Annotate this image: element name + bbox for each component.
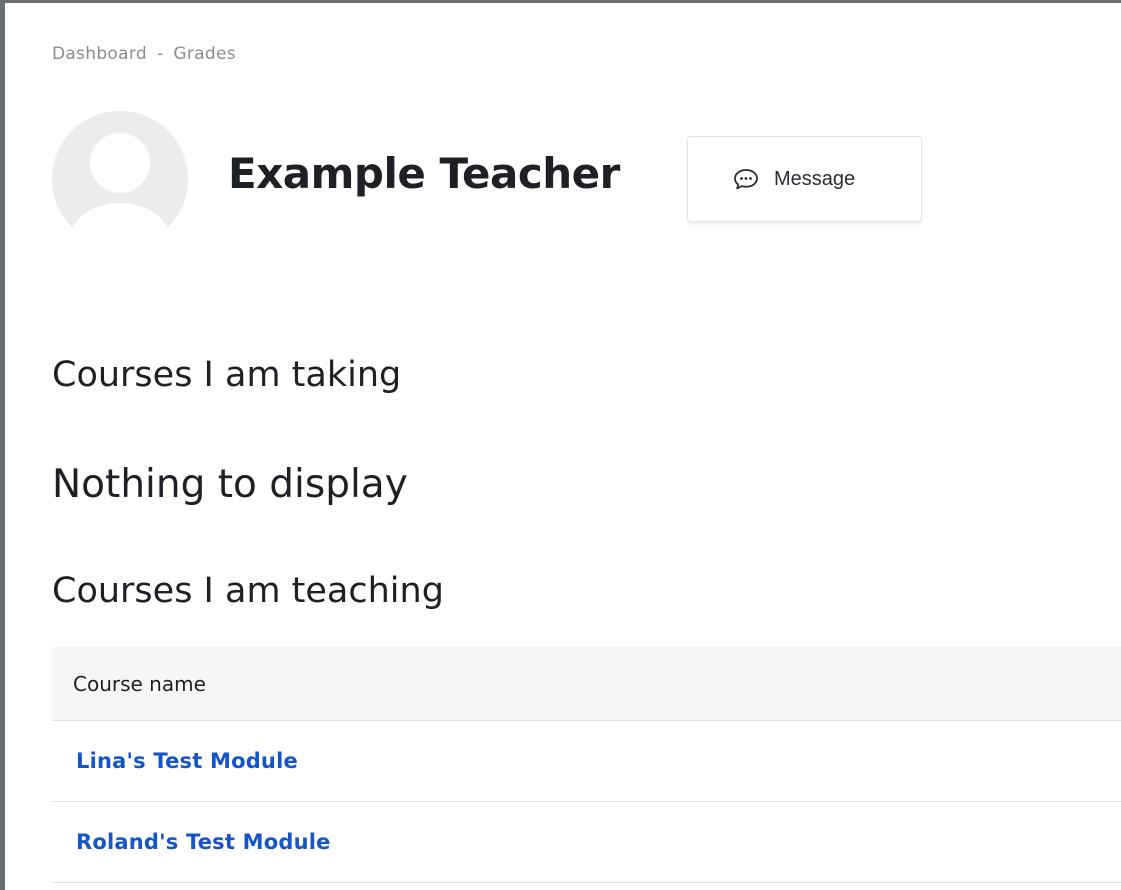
- table-header-course-name: Course name: [52, 647, 1121, 721]
- breadcrumb-dashboard[interactable]: Dashboard: [52, 44, 147, 64]
- chat-bubble-icon: [732, 165, 760, 193]
- breadcrumb-separator: -: [156, 44, 164, 64]
- courses-teaching-table: Course name Lina's Test Module Roland's …: [52, 647, 1121, 883]
- message-button-label: Message: [774, 167, 856, 190]
- table-row: Roland's Test Module: [52, 802, 1121, 883]
- breadcrumb-grades[interactable]: Grades: [173, 44, 236, 64]
- course-link[interactable]: Lina's Test Module: [76, 749, 298, 773]
- course-link[interactable]: Roland's Test Module: [76, 830, 331, 854]
- empty-state-text: Nothing to display: [52, 462, 408, 507]
- page-title: Example Teacher: [228, 149, 620, 198]
- page-frame: Dashboard - Grades Example Teacher Message…: [0, 0, 1121, 890]
- courses-teaching-heading: Courses I am teaching: [52, 571, 444, 611]
- courses-taking-heading: Courses I am taking: [52, 355, 402, 395]
- table-row: Lina's Test Module: [52, 721, 1121, 802]
- breadcrumb: Dashboard - Grades: [52, 44, 236, 64]
- user-avatar-icon[interactable]: [52, 111, 188, 247]
- message-button[interactable]: Message: [687, 136, 922, 222]
